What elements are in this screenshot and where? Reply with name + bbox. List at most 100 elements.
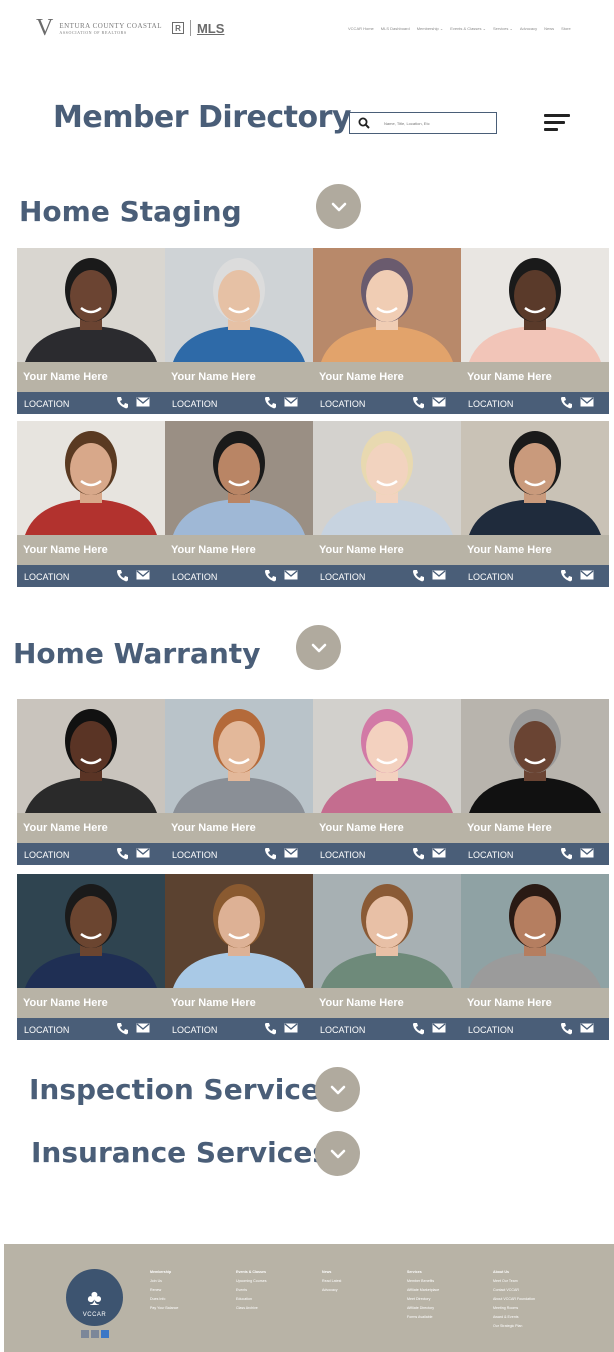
email-icon[interactable] — [284, 397, 298, 407]
linkedin-icon[interactable] — [101, 1330, 109, 1338]
member-name[interactable]: Your Name Here — [313, 813, 461, 843]
email-icon[interactable] — [580, 1023, 594, 1033]
member-name[interactable]: Your Name Here — [17, 362, 165, 392]
footer-link[interactable]: Member Benefits — [407, 1277, 439, 1286]
phone-icon[interactable] — [116, 1022, 128, 1035]
footer-link[interactable]: Class Archive — [236, 1304, 267, 1313]
footer-link[interactable]: Events — [236, 1286, 267, 1295]
email-icon[interactable] — [136, 570, 150, 580]
footer-link[interactable]: Meet Directory — [407, 1295, 439, 1304]
footer-link[interactable]: Our Strategic Plan — [493, 1322, 535, 1331]
member-name[interactable]: Your Name Here — [17, 535, 165, 565]
email-icon[interactable] — [432, 397, 446, 407]
phone-icon[interactable] — [116, 847, 128, 860]
nav-item-services[interactable]: Services ⌄ — [493, 26, 513, 31]
email-icon[interactable] — [136, 848, 150, 858]
expand-home-staging-button[interactable] — [316, 184, 361, 229]
email-icon[interactable] — [284, 848, 298, 858]
footer-link[interactable]: About VCCAR Foundation — [493, 1295, 535, 1304]
email-icon[interactable] — [580, 570, 594, 580]
nav-item-advocacy[interactable]: Advocacy — [520, 26, 537, 31]
member-name[interactable]: Your Name Here — [461, 362, 609, 392]
member-name[interactable]: Your Name Here — [461, 988, 609, 1018]
email-icon[interactable] — [284, 570, 298, 580]
footer-link[interactable]: Affiliate Directory — [407, 1304, 439, 1313]
member-card[interactable]: Your Name Here LOCATION — [461, 874, 609, 1040]
email-icon[interactable] — [136, 397, 150, 407]
filter-menu-icon[interactable] — [544, 114, 570, 132]
vccar-mls-logo[interactable]: V ENTURA COUNTY COASTAL ASSOCIATION OF R… — [36, 16, 224, 40]
footer-link[interactable]: Dues Info — [150, 1295, 178, 1304]
expand-inspection-services-button[interactable] — [315, 1067, 360, 1112]
nav-item-news[interactable]: News — [544, 26, 554, 31]
member-name[interactable]: Your Name Here — [17, 813, 165, 843]
phone-icon[interactable] — [560, 569, 572, 582]
expand-insurance-services-button[interactable] — [315, 1131, 360, 1176]
member-card[interactable]: Your Name Here LOCATION — [17, 421, 165, 587]
search-input[interactable] — [384, 120, 484, 126]
phone-icon[interactable] — [116, 569, 128, 582]
member-card[interactable]: Your Name Here LOCATION — [313, 421, 461, 587]
footer-link[interactable]: Pay Your Balance — [150, 1304, 178, 1313]
email-icon[interactable] — [432, 848, 446, 858]
footer-link[interactable]: Join Us — [150, 1277, 178, 1286]
member-card[interactable]: Your Name Here LOCATION — [313, 874, 461, 1040]
phone-icon[interactable] — [264, 396, 276, 409]
footer-logo[interactable]: ♣ VCCAR — [66, 1269, 123, 1326]
member-card[interactable]: Your Name Here LOCATION — [165, 248, 313, 414]
nav-item-home[interactable]: VCCAR Home — [348, 26, 374, 31]
member-name[interactable]: Your Name Here — [165, 813, 313, 843]
footer-link[interactable]: Read Latest — [322, 1277, 341, 1286]
email-icon[interactable] — [432, 1023, 446, 1033]
footer-link[interactable]: Award & Events — [493, 1313, 535, 1322]
phone-icon[interactable] — [116, 396, 128, 409]
footer-link[interactable]: Renew — [150, 1286, 178, 1295]
phone-icon[interactable] — [264, 1022, 276, 1035]
phone-icon[interactable] — [412, 1022, 424, 1035]
footer-link[interactable]: Forms Available — [407, 1313, 439, 1322]
member-card[interactable]: Your Name Here LOCATION — [165, 421, 313, 587]
phone-icon[interactable] — [412, 396, 424, 409]
member-name[interactable]: Your Name Here — [313, 988, 461, 1018]
footer-link[interactable]: Meet Our Team — [493, 1277, 535, 1286]
member-name[interactable]: Your Name Here — [165, 535, 313, 565]
footer-link[interactable]: Education — [236, 1295, 267, 1304]
email-icon[interactable] — [136, 1023, 150, 1033]
member-name[interactable]: Your Name Here — [165, 362, 313, 392]
nav-item-membership[interactable]: Membership ⌄ — [417, 26, 443, 31]
member-card[interactable]: Your Name Here LOCATION — [165, 699, 313, 865]
member-card[interactable]: Your Name Here LOCATION — [17, 248, 165, 414]
member-card[interactable]: Your Name Here LOCATION — [313, 699, 461, 865]
member-name[interactable]: Your Name Here — [313, 535, 461, 565]
facebook-icon[interactable] — [81, 1330, 89, 1338]
email-icon[interactable] — [284, 1023, 298, 1033]
member-card[interactable]: Your Name Here LOCATION — [17, 874, 165, 1040]
phone-icon[interactable] — [412, 569, 424, 582]
email-icon[interactable] — [432, 570, 446, 580]
footer-link[interactable]: Contact VCCAR — [493, 1286, 535, 1295]
phone-icon[interactable] — [560, 847, 572, 860]
member-name[interactable]: Your Name Here — [17, 988, 165, 1018]
phone-icon[interactable] — [412, 847, 424, 860]
search-box[interactable] — [349, 112, 497, 134]
member-name[interactable]: Your Name Here — [313, 362, 461, 392]
phone-icon[interactable] — [560, 1022, 572, 1035]
expand-home-warranty-button[interactable] — [296, 625, 341, 670]
member-card[interactable]: Your Name Here LOCATION — [165, 874, 313, 1040]
nav-item-events[interactable]: Events & Classes ⌄ — [450, 26, 486, 31]
member-name[interactable]: Your Name Here — [165, 988, 313, 1018]
footer-link[interactable]: Meeting Rooms — [493, 1304, 535, 1313]
member-card[interactable]: Your Name Here LOCATION — [461, 699, 609, 865]
footer-link[interactable]: Upcoming Courses — [236, 1277, 267, 1286]
member-card[interactable]: Your Name Here LOCATION — [313, 248, 461, 414]
footer-link[interactable]: Affiliate Marketplace — [407, 1286, 439, 1295]
member-card[interactable]: Your Name Here LOCATION — [17, 699, 165, 865]
member-name[interactable]: Your Name Here — [461, 813, 609, 843]
nav-item-store[interactable]: Store — [561, 26, 571, 31]
member-card[interactable]: Your Name Here LOCATION — [461, 421, 609, 587]
instagram-icon[interactable] — [91, 1330, 99, 1338]
member-name[interactable]: Your Name Here — [461, 535, 609, 565]
phone-icon[interactable] — [264, 569, 276, 582]
nav-item-mls-dashboard[interactable]: MLS Dashboard — [381, 26, 410, 31]
email-icon[interactable] — [580, 397, 594, 407]
